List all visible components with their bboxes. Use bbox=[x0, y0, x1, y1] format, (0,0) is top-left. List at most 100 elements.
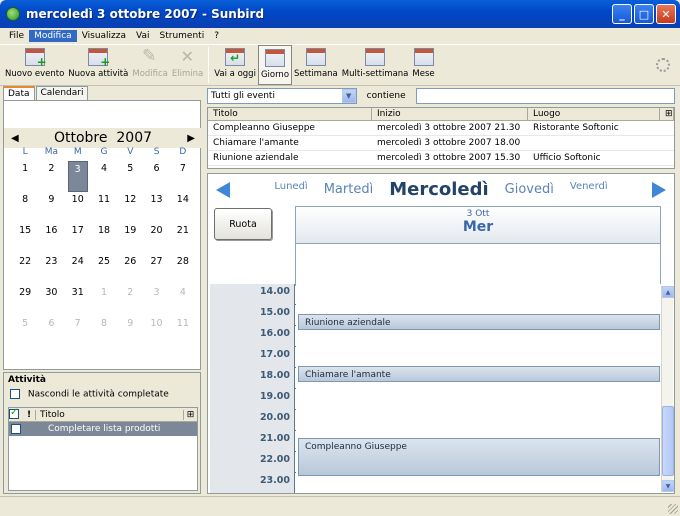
column-inizio[interactable]: Inizio bbox=[372, 108, 528, 120]
calendar-day[interactable]: 20 bbox=[143, 223, 169, 254]
tab-data[interactable]: Data bbox=[3, 86, 35, 100]
maximize-button[interactable]: □ bbox=[634, 4, 654, 24]
calendar-day[interactable]: 4 bbox=[91, 161, 117, 192]
calendar-day[interactable]: 5 bbox=[117, 161, 143, 192]
minimize-button[interactable]: _ bbox=[612, 4, 632, 24]
calendar-day[interactable]: 2 bbox=[38, 161, 64, 192]
calendar-day[interactable]: 9 bbox=[38, 192, 64, 223]
calendar-day[interactable]: 8 bbox=[91, 316, 117, 347]
year-name[interactable]: 2007 bbox=[116, 130, 152, 146]
calendar-day[interactable]: 8 bbox=[12, 192, 38, 223]
column-picker-icon[interactable]: ⊞ bbox=[660, 108, 674, 120]
calendar-day[interactable]: 30 bbox=[38, 285, 64, 316]
nav-day-monday[interactable]: Lunedì bbox=[274, 181, 307, 192]
calendar-day[interactable]: 4 bbox=[170, 285, 196, 316]
calendar-day[interactable]: 23 bbox=[38, 254, 64, 285]
tab-calendari[interactable]: Calendari bbox=[35, 86, 89, 100]
calendar-day[interactable]: 24 bbox=[65, 254, 91, 285]
title-column-header[interactable]: Titolo bbox=[35, 409, 183, 420]
calendar-day[interactable]: 25 bbox=[91, 254, 117, 285]
next-day-arrow-icon[interactable] bbox=[652, 182, 666, 198]
calendar-day[interactable]: 1 bbox=[91, 285, 117, 316]
event-box[interactable]: Chiamare l'amante bbox=[298, 366, 660, 382]
calendar-day[interactable]: 15 bbox=[12, 223, 38, 254]
column-picker-icon[interactable]: ⊞ bbox=[183, 409, 197, 420]
completed-column-header[interactable] bbox=[9, 407, 23, 420]
calendar-day[interactable]: 29 bbox=[12, 285, 38, 316]
calendar-day[interactable]: 16 bbox=[38, 223, 64, 254]
month-view-button[interactable]: Mese bbox=[410, 45, 436, 85]
calendar-day[interactable]: 19 bbox=[117, 223, 143, 254]
column-titolo[interactable]: Titolo bbox=[208, 108, 372, 120]
menu-visualizza[interactable]: Visualizza bbox=[77, 30, 131, 42]
all-day-area[interactable] bbox=[295, 244, 661, 286]
calendar-day[interactable]: 14 bbox=[170, 192, 196, 223]
calendar-day[interactable]: 22 bbox=[12, 254, 38, 285]
hour-slot[interactable] bbox=[296, 389, 662, 410]
calendar-day[interactable]: 7 bbox=[170, 161, 196, 192]
nav-day-tuesday[interactable]: Martedì bbox=[324, 182, 374, 197]
delete-button[interactable]: Elimina bbox=[170, 45, 205, 85]
chevron-down-icon[interactable]: ▼ bbox=[341, 89, 356, 103]
calendar-day[interactable]: 12 bbox=[117, 192, 143, 223]
search-input[interactable] bbox=[415, 88, 675, 104]
day-view-button[interactable]: Giorno bbox=[257, 45, 293, 85]
hour-slot[interactable] bbox=[296, 473, 662, 493]
calendar-day[interactable]: 10 bbox=[143, 316, 169, 347]
prev-day-arrow-icon[interactable] bbox=[216, 182, 230, 198]
multiweek-view-button[interactable]: Multi-settimana bbox=[340, 45, 411, 85]
new-task-button[interactable]: Nuova attività bbox=[66, 45, 130, 85]
priority-column-icon[interactable]: ! bbox=[23, 410, 35, 420]
calendar-day[interactable]: 21 bbox=[170, 223, 196, 254]
table-row[interactable]: Chiamare l'amante mercoledì 3 ottobre 20… bbox=[208, 136, 674, 151]
calendar-day[interactable]: 9 bbox=[117, 316, 143, 347]
task-row[interactable]: Completare lista prodotti bbox=[9, 422, 197, 436]
calendar-day[interactable]: 13 bbox=[143, 192, 169, 223]
month-name[interactable]: Ottobre bbox=[54, 130, 108, 146]
hide-completed-row[interactable]: Nascondi le attività completate bbox=[4, 387, 200, 402]
prev-month-icon[interactable]: ◀ bbox=[11, 133, 19, 144]
calendar-day[interactable]: 7 bbox=[65, 316, 91, 347]
event-box[interactable]: Compleanno Giuseppe bbox=[298, 438, 660, 476]
calendar-day[interactable]: 17 bbox=[65, 223, 91, 254]
calendar-day[interactable]: 31 bbox=[65, 285, 91, 316]
calendar-day[interactable]: 11 bbox=[170, 316, 196, 347]
calendar-day[interactable]: 5 bbox=[12, 316, 38, 347]
event-box[interactable]: Riunione aziendale bbox=[298, 314, 660, 330]
calendar-day[interactable]: 3 bbox=[143, 285, 169, 316]
hide-completed-checkbox[interactable] bbox=[10, 389, 20, 399]
scroll-thumb[interactable] bbox=[662, 406, 674, 476]
edit-button[interactable]: Modifica bbox=[130, 45, 170, 85]
hour-slot[interactable] bbox=[296, 284, 662, 305]
calendar-day[interactable]: 6 bbox=[38, 316, 64, 347]
rotate-button[interactable]: Ruota bbox=[214, 208, 272, 240]
menu-help[interactable]: ? bbox=[209, 30, 224, 42]
nav-day-thursday[interactable]: Giovedì bbox=[505, 182, 554, 197]
calendar-day[interactable]: 10 bbox=[65, 192, 91, 223]
close-button[interactable]: ✕ bbox=[656, 4, 676, 24]
hour-slot[interactable] bbox=[296, 347, 662, 368]
hour-slot[interactable] bbox=[296, 410, 662, 431]
column-luogo[interactable]: Luogo bbox=[528, 108, 660, 120]
table-row[interactable]: Compleanno Giuseppe mercoledì 3 ottobre … bbox=[208, 121, 674, 136]
calendar-day[interactable]: 18 bbox=[91, 223, 117, 254]
calendar-day[interactable]: 2 bbox=[117, 285, 143, 316]
scroll-down-icon[interactable]: ▼ bbox=[662, 480, 674, 492]
calendar-day[interactable]: 27 bbox=[143, 254, 169, 285]
calendar-day[interactable]: 11 bbox=[91, 192, 117, 223]
menu-vai[interactable]: Vai bbox=[131, 30, 154, 42]
week-view-button[interactable]: Settimana bbox=[292, 45, 340, 85]
calendar-day[interactable]: 6 bbox=[143, 161, 169, 192]
menu-file[interactable]: File bbox=[4, 30, 29, 42]
table-row[interactable]: Riunione aziendale mercoledì 3 ottobre 2… bbox=[208, 151, 674, 166]
new-event-button[interactable]: Nuovo evento bbox=[3, 45, 66, 85]
scroll-up-icon[interactable]: ▲ bbox=[662, 286, 674, 298]
calendar-day[interactable]: 28 bbox=[170, 254, 196, 285]
go-today-button[interactable]: Vai a oggi bbox=[212, 45, 258, 85]
nav-day-friday[interactable]: Venerdì bbox=[570, 181, 608, 192]
calendar-day[interactable]: 1 bbox=[12, 161, 38, 192]
calendar-day[interactable]: 3 bbox=[67, 161, 88, 192]
calendar-day[interactable]: 26 bbox=[117, 254, 143, 285]
vertical-scrollbar[interactable]: ▲ ▼ bbox=[661, 286, 674, 492]
menu-strumenti[interactable]: Strumenti bbox=[155, 30, 210, 42]
